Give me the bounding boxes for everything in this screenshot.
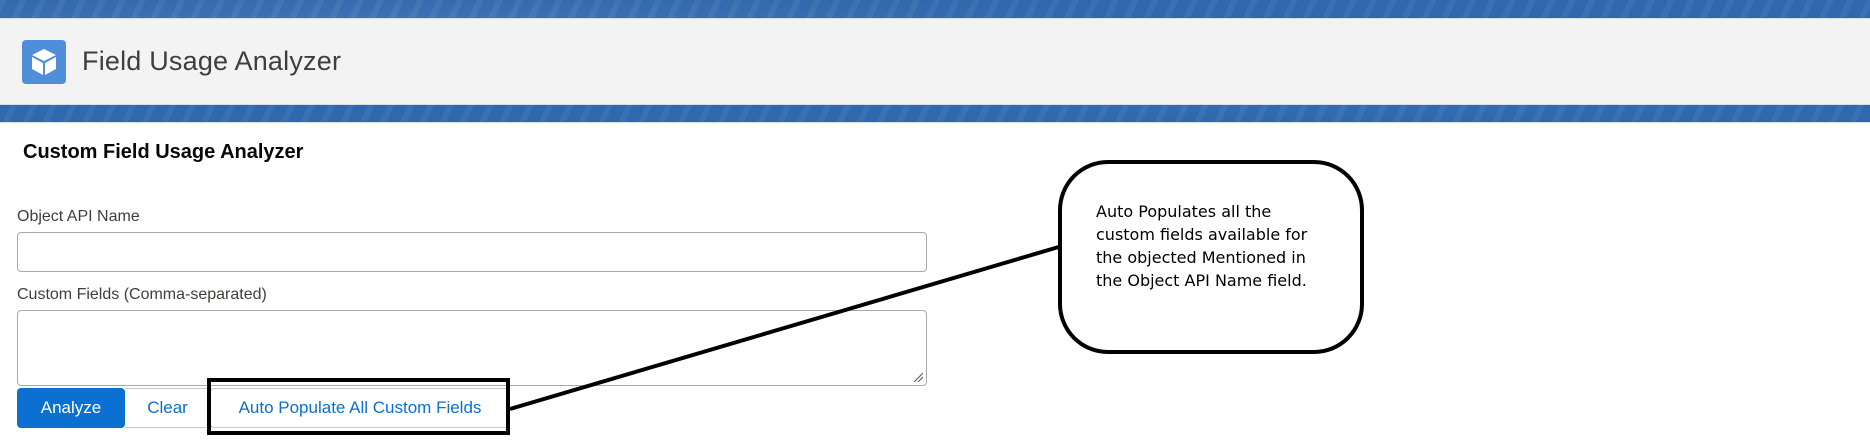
callout-line: custom fields available for — [1096, 225, 1308, 244]
annotation-connector-line — [509, 244, 1063, 411]
annotation-overlay — [509, 160, 1364, 411]
annotation-callout-text: Auto Populates all the custom fields ava… — [1096, 200, 1326, 292]
callout-line: the objected Mentioned in — [1096, 248, 1306, 267]
callout-line: the Object API Name field. — [1096, 271, 1307, 290]
callout-line: Auto Populates all the — [1096, 202, 1272, 221]
